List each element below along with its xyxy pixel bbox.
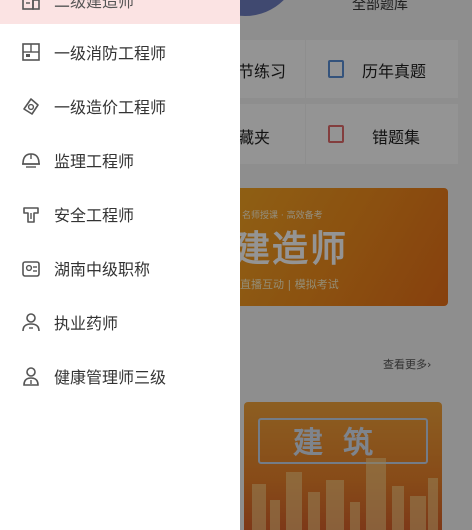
drawer-item-hunan-title[interactable]: 湖南中级职称 [0, 244, 240, 292]
drawer-item-label: 一级消防工程师 [54, 44, 167, 63]
drawer-item-supervision-engineer[interactable]: 监理工程师 [0, 136, 240, 184]
safety-shield-icon [23, 207, 39, 223]
fire-protection-icon [22, 43, 40, 61]
pharmacist-icon [22, 313, 40, 332]
exam-category-drawer: 二级建造师 一级消防工程师 一级造价工程师 监理工程师 安全工程师 湖南中级职称… [0, 0, 240, 530]
building-icon [22, 0, 40, 10]
drawer-item-cost-engineer[interactable]: 一级造价工程师 [0, 82, 240, 130]
certificate-icon [22, 261, 40, 277]
drawer-item-label: 二级建造师 [54, 0, 135, 11]
drawer-item-label: 执业药师 [54, 314, 119, 333]
drawer-item-label: 一级造价工程师 [54, 98, 167, 117]
drawer-item-label: 监理工程师 [54, 152, 135, 171]
helmet-icon [22, 153, 40, 168]
drawer-item-secondary-constructor[interactable]: 二级建造师 [0, 0, 240, 24]
drawer-item-label: 健康管理师三级 [54, 368, 167, 387]
cost-estimate-icon [23, 98, 39, 115]
drawer-item-health-manager[interactable]: 健康管理师三级 [0, 352, 240, 400]
drawer-item-pharmacist[interactable]: 执业药师 [0, 298, 240, 346]
drawer-item-label: 安全工程师 [54, 206, 135, 225]
health-manager-icon [23, 367, 39, 386]
drawer-item-safety-engineer[interactable]: 安全工程师 [0, 190, 240, 238]
drawer-item-label: 湖南中级职称 [54, 260, 151, 279]
drawer-item-fire-engineer[interactable]: 一级消防工程师 [0, 28, 240, 76]
